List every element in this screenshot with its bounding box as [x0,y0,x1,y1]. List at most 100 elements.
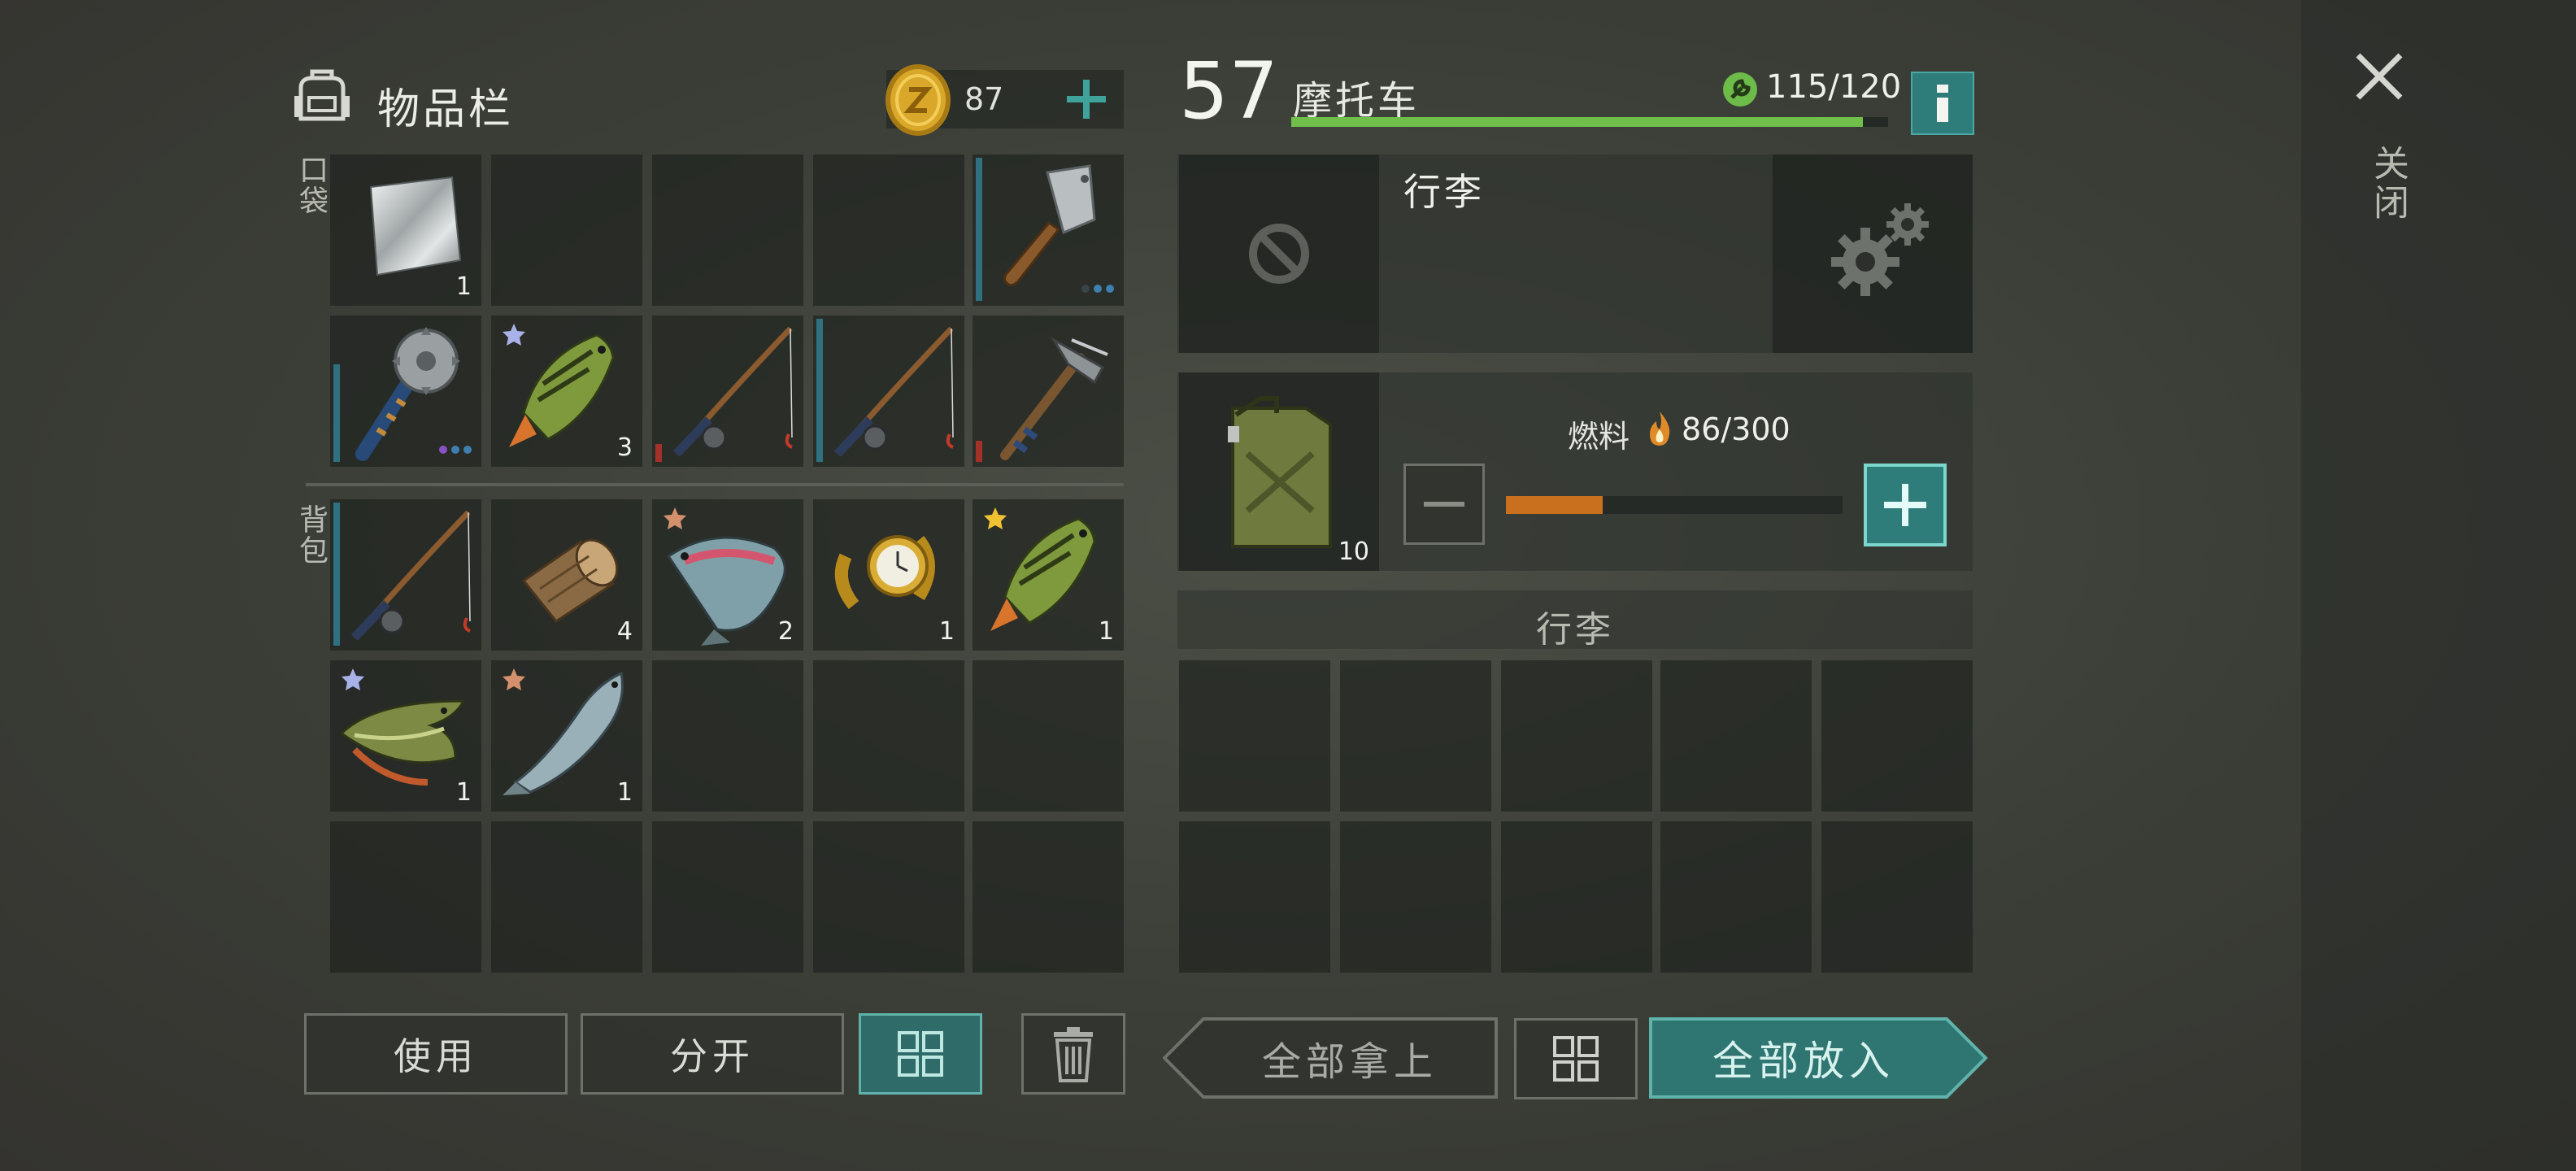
use-button[interactable]: 使用 [304,1013,568,1095]
grid-icon [898,1031,943,1077]
pocket-slot-7[interactable]: 3 [491,316,642,467]
settings-slot[interactable] [1773,155,1973,353]
backpack-slot-6[interactable]: 1 [330,660,481,812]
backpack-slot-9[interactable] [813,660,964,812]
flame-icon [1647,410,1672,447]
fuel-bar-track [1506,496,1843,514]
backpack-slot-12[interactable] [491,821,642,973]
item-count: 1 [455,778,472,807]
fishing-rod-icon [351,510,471,641]
storage-slot-1[interactable] [1179,660,1330,812]
backpack-label: 背包 [294,504,328,566]
inventory-title: 物品栏 [377,85,515,134]
upgrade-dots [1081,285,1114,293]
hatchet-icon [1000,336,1108,460]
close-button[interactable] [2353,50,2405,102]
fuel-label: 燃料 [1568,419,1630,455]
fuel-value: 86/300 [1682,411,1791,447]
vehicle-level: 57 [1179,46,1279,137]
right-panel-strip [2301,0,2576,1171]
pockets-label: 口袋 [294,155,328,216]
item-count: 1 [1098,617,1114,646]
split-button[interactable]: 分开 [581,1013,844,1095]
backpack-slot-15[interactable] [973,821,1124,973]
fuel-decrease-button[interactable] [1403,464,1485,545]
vehicle-sort-grid-button[interactable] [1514,1018,1638,1099]
wrench-icon [1722,72,1758,107]
item-count: 2 [777,617,794,646]
pocket-slot-1[interactable]: 1 [330,155,481,306]
item-count: 1 [616,778,633,807]
backpack-slot-14[interactable] [813,821,964,973]
equipment-slot-empty[interactable] [1179,155,1379,353]
pocket-slot-2[interactable] [491,155,642,306]
backpack-slot-10[interactable] [973,660,1124,812]
trash-button[interactable] [1021,1013,1125,1095]
fuel-bar-fill [1506,496,1603,514]
fishing-rod-icon [834,326,954,457]
backpack-slot-1[interactable] [330,499,481,651]
storage-slot-6[interactable] [1179,821,1330,973]
storage-slot-10[interactable] [1821,821,1973,973]
pocket-slot-4[interactable] [813,155,964,306]
info-icon [1937,85,1948,122]
storage-slot-4[interactable] [1660,660,1812,812]
close-icon [2356,53,2403,100]
pocket-slot-9[interactable] [813,316,964,467]
item-count: 10 [1338,538,1369,566]
storage-slot-8[interactable] [1501,821,1652,973]
grid-icon [1553,1036,1599,1082]
item-count: 1 [938,617,955,646]
backpack-slot-7[interactable]: 1 [491,660,642,812]
pockets-divider [306,483,1124,486]
add-coins-button[interactable] [1062,75,1111,124]
item-count: 4 [616,617,633,646]
durability-bar-fill [1291,117,1864,127]
storage-slot-9[interactable] [1660,821,1812,973]
close-label[interactable]: 关闭 [2361,145,2413,223]
pocket-slot-3[interactable] [652,155,803,306]
storage-header: 行李 [1536,609,1614,651]
pocket-slot-6[interactable] [330,316,481,467]
backpack-icon [289,63,355,128]
backpack-slot-11[interactable] [330,821,481,973]
pocket-slot-10[interactable] [973,316,1124,467]
backpack-slot-13[interactable] [652,821,803,973]
pocket-slot-5[interactable] [973,155,1124,306]
fuel-canister-slot[interactable]: 10 [1179,372,1379,571]
luggage-title: 行李 [1403,170,1485,214]
take-all-label: 全部拿上 [1261,1039,1438,1085]
backpack-slot-5[interactable]: 1 [973,499,1124,651]
plus-icon [1884,484,1926,526]
trash-icon [1054,1027,1093,1082]
fuel-increase-button[interactable] [1864,464,1947,546]
put-all-label: 全部放入 [1712,1038,1895,1085]
backpack-slot-8[interactable] [652,660,803,812]
upgrade-dots [439,446,472,454]
info-button[interactable] [1911,72,1974,135]
coin-count: 87 [964,81,1004,117]
storage-slot-3[interactable] [1501,660,1652,812]
backpack-slot-4[interactable]: 1 [813,499,964,651]
put-all-button[interactable]: 全部放入 [1649,1016,1989,1099]
item-count: 3 [616,433,633,462]
plus-icon [1067,80,1106,119]
storage-slot-2[interactable] [1340,660,1491,812]
blocked-icon [1249,224,1309,284]
backpack-slot-3[interactable]: 2 [652,499,803,651]
fishing-rod-icon [673,326,793,457]
coin-icon [883,62,953,138]
sort-grid-button[interactable] [859,1013,982,1095]
durability-bar-track [1291,117,1888,127]
minus-icon [1424,502,1464,507]
vehicle-durability: 115/120 [1766,68,1902,106]
take-all-button[interactable]: 全部拿上 [1163,1016,1499,1099]
sawblade-mace-icon [355,327,460,461]
storage-slot-5[interactable] [1821,660,1973,812]
cleaver-icon [1003,164,1096,287]
storage-slot-7[interactable] [1340,821,1491,973]
pocket-slot-8[interactable] [652,316,803,467]
item-count: 1 [455,272,472,301]
gears-icon [1831,203,1929,296]
backpack-slot-2[interactable]: 4 [491,499,642,651]
